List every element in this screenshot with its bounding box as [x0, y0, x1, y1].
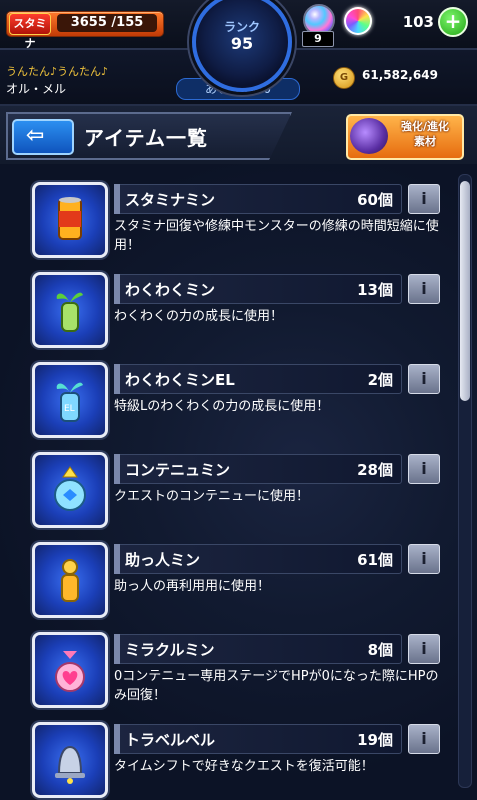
item-icon-frame: [32, 542, 108, 618]
list-item[interactable]: わくわくミン 13個 i わくわくの力の成長に使用！: [28, 268, 448, 356]
item-name: スタミナミン: [125, 191, 216, 209]
item-name: コンテニュミン: [125, 461, 231, 479]
list-item[interactable]: 助っ人ミン 61個 i 助っ人の再利用用に使用！: [28, 538, 448, 626]
item-name-bar: コンテニュミン 28個: [114, 454, 402, 484]
back-button[interactable]: ⇦: [12, 119, 74, 155]
orb-icon: [344, 7, 372, 35]
item-count: 13個: [357, 281, 393, 299]
user-id: うんたん♪うんたん♪: [6, 65, 109, 78]
item-description: クエストのコンテニューに使用！: [114, 489, 310, 504]
item-name: わくわくミン: [125, 281, 216, 299]
item-icon-frame: [32, 272, 108, 348]
list-item[interactable]: スタミナミン 60個 i スタミナ回復や修練中モンスターの修練の時間短縮に使用！: [28, 178, 448, 266]
info-button[interactable]: i: [408, 454, 440, 484]
orb-count: 103: [402, 13, 434, 31]
add-orb-button[interactable]: +: [438, 7, 468, 37]
enhance-material-icon: [350, 118, 388, 154]
stamina-can-icon: [35, 185, 105, 255]
page-header: ⇦ アイテム一覧 強化/進化 素材: [0, 106, 477, 164]
info-button[interactable]: i: [408, 724, 440, 754]
back-arrow-icon: ⇦: [26, 123, 45, 148]
item-description: スタミナ回復や修練中モンスターの修練の時間短縮に使用！: [114, 219, 439, 253]
svg-text:EL: EL: [64, 404, 75, 414]
item-name: トラベルベル: [125, 731, 216, 749]
item-icon-frame: [32, 452, 108, 528]
item-icon-frame: [32, 722, 108, 798]
item-name-bar: わくわくミンEL 2個: [114, 364, 402, 394]
item-name-bar: スタミナミン 60個: [114, 184, 402, 214]
list-item[interactable]: トラベルベル 19個 i タイムシフトで好きなクエストを復活可能！: [28, 718, 448, 800]
info-button[interactable]: i: [408, 544, 440, 574]
item-description: 助っ人の再利用用に使用！: [114, 579, 271, 594]
item-icon-frame: EL: [32, 362, 108, 438]
list-item[interactable]: EL わくわくミンEL 2個 i 特級Lのわくわくの力の成長に使用！: [28, 358, 448, 446]
item-name-bar: わくわくミン 13個: [114, 274, 402, 304]
item-name: 助っ人ミン: [125, 551, 201, 569]
continue-orb-icon: [35, 455, 105, 525]
orb-box[interactable]: 9: [300, 4, 335, 48]
user-name: オル・メル: [6, 82, 67, 96]
item-name-bar: トラベルベル 19個: [114, 724, 402, 754]
item-icon-frame: [32, 182, 108, 258]
item-name-bar: ミラクルミン 8個: [114, 634, 402, 664]
plus-icon: +: [444, 9, 462, 33]
material-label: 素材: [414, 135, 436, 148]
item-count: 60個: [357, 191, 393, 209]
scrollbar-thumb[interactable]: [460, 181, 470, 401]
gold-coin-icon: G: [333, 67, 355, 89]
item-list[interactable]: スタミナミン 60個 i スタミナ回復や修練中モンスターの修練の時間短縮に使用！…: [0, 164, 477, 800]
item-count: 61個: [357, 551, 393, 569]
item-description: わくわくの力の成長に使用！: [114, 309, 284, 324]
el-bottle-icon: EL: [35, 365, 105, 435]
orb-box-count: 9: [302, 31, 334, 47]
info-button[interactable]: i: [408, 274, 440, 304]
enhance-label: 強化: [400, 120, 423, 133]
scrollbar[interactable]: [458, 174, 472, 788]
item-description: 0コンテニュー専用ステージでHPが0になった際にHPのみ回復！: [114, 669, 439, 703]
item-count: 28個: [357, 461, 393, 479]
item-count: 8個: [367, 641, 393, 659]
list-item[interactable]: コンテニュミン 28個 i クエストのコンテニューに使用！: [28, 448, 448, 536]
enhance-material-button[interactable]: 強化/進化 素材: [346, 114, 464, 160]
heart-potion-icon: [35, 635, 105, 705]
info-button[interactable]: i: [408, 634, 440, 664]
item-count: 2個: [367, 371, 393, 389]
item-name: ミラクルミン: [125, 641, 215, 659]
enhance-material-label: 強化/進化 素材: [400, 120, 450, 148]
rank-label: ランク: [223, 20, 260, 34]
info-button[interactable]: i: [408, 184, 440, 214]
stamina-value: 3655 /155: [57, 14, 157, 32]
stamina-gauge: スタミナ 3655 /155: [6, 11, 164, 50]
gold-value: 61,582,649: [362, 68, 438, 82]
item-description: 特級Lのわくわくの力の成長に使用！: [114, 399, 330, 414]
item-name-bar: 助っ人ミン 61個: [114, 544, 402, 574]
item-count: 19個: [357, 731, 393, 749]
stamina-label: スタミナ: [9, 13, 51, 50]
evolve-label: 進化: [427, 120, 450, 133]
rank-value: 95: [230, 34, 254, 53]
item-name: わくわくミンEL: [125, 371, 235, 389]
helper-figure-icon: [35, 545, 105, 615]
item-description: タイムシフトで好きなクエストを復活可能！: [114, 759, 374, 774]
item-icon-frame: [32, 632, 108, 708]
sprout-bottle-icon: [35, 275, 105, 345]
bell-icon: [35, 725, 105, 795]
info-button[interactable]: i: [408, 364, 440, 394]
page-title: アイテム一覧: [84, 126, 208, 150]
list-item[interactable]: ミラクルミン 8個 i 0コンテニュー専用ステージでHPが0になった際にHPのみ…: [28, 628, 448, 716]
